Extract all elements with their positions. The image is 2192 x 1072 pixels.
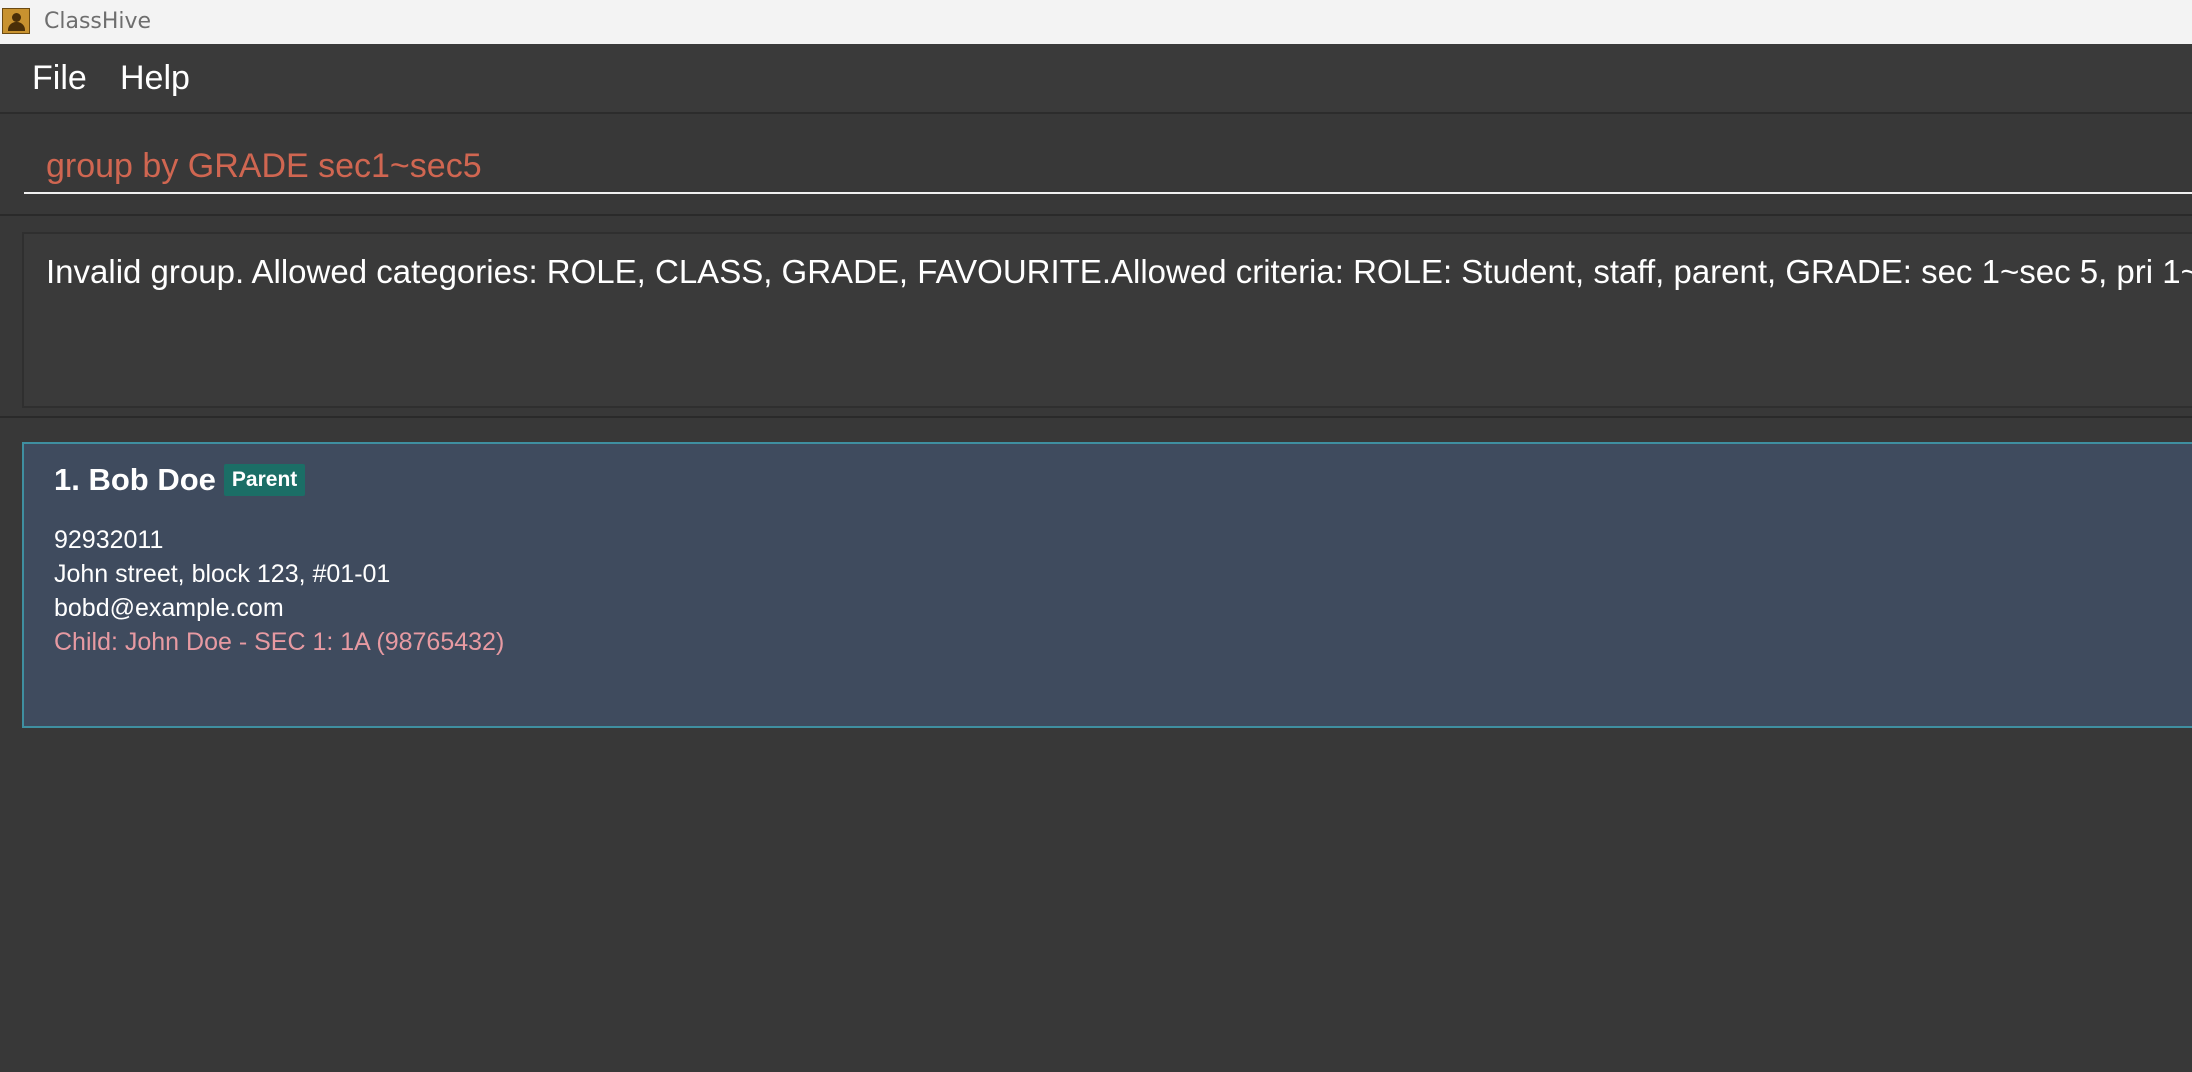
command-input[interactable] xyxy=(24,140,2192,194)
title-bar: ClassHive xyxy=(0,0,2192,44)
address-book-icon xyxy=(2,8,30,34)
app-window: ClassHive File Help Invalid group. Allow… xyxy=(0,0,2192,1072)
result-message: Invalid group. Allowed categories: ROLE,… xyxy=(46,253,2192,290)
person-child: Child: John Doe - SEC 1: 1A (98765432) xyxy=(54,628,505,656)
result-display-pane: Invalid group. Allowed categories: ROLE,… xyxy=(0,218,2192,418)
person-name-row: 1. Bob Doe Parent xyxy=(54,460,306,500)
window-title: ClassHive xyxy=(44,9,152,34)
person-address: John street, block 123, #01-01 xyxy=(54,560,391,588)
command-box-pane xyxy=(0,116,2192,216)
person-name: 1. Bob Doe xyxy=(54,462,216,497)
menu-bar: File Help xyxy=(0,44,2192,114)
person-list[interactable]: 1. Bob Doe Parent 92932011 John street, … xyxy=(0,420,2192,1072)
person-email: bobd@example.com xyxy=(54,594,284,622)
person-card[interactable]: 1. Bob Doe Parent 92932011 John street, … xyxy=(22,442,2192,728)
menu-help[interactable]: Help xyxy=(120,58,190,98)
role-tag: Parent xyxy=(223,464,306,496)
menu-file[interactable]: File xyxy=(32,58,87,98)
person-phone: 92932011 xyxy=(54,526,164,554)
result-display[interactable]: Invalid group. Allowed categories: ROLE,… xyxy=(22,232,2192,408)
